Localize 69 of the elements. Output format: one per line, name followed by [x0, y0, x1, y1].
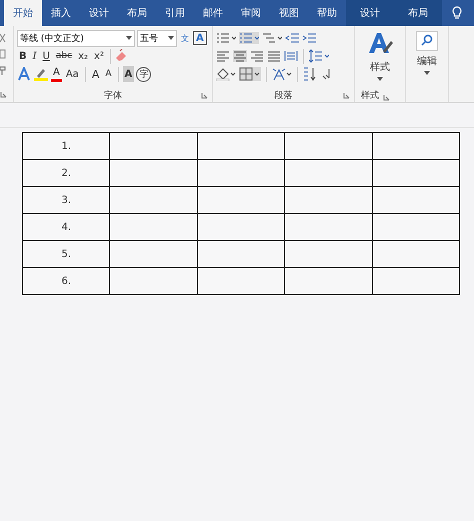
- increase-indent-icon[interactable]: [302, 32, 316, 44]
- align-right-icon[interactable]: [250, 50, 264, 62]
- group-label: 样式: [361, 90, 379, 102]
- highlighter-icon[interactable]: [33, 67, 49, 81]
- dialog-launcher-icon[interactable]: [0, 91, 7, 98]
- lightbulb-icon[interactable]: [452, 6, 462, 20]
- enclose-characters-button[interactable]: 字: [136, 66, 152, 82]
- justify-icon[interactable]: [267, 50, 281, 62]
- grow-font-button[interactable]: A: [90, 66, 102, 82]
- align-left-icon[interactable]: [216, 50, 230, 62]
- caret-icon: [126, 36, 132, 40]
- bullets-icon[interactable]: [216, 32, 236, 44]
- editing-button[interactable]: 编辑: [414, 29, 440, 77]
- format-button[interactable]: abc: [54, 48, 74, 64]
- caret-icon: [168, 36, 174, 40]
- group-label: 字体: [104, 90, 122, 102]
- caret-icon: [424, 71, 430, 75]
- format-button[interactable]: x₂: [76, 48, 90, 64]
- format-button[interactable]: I: [30, 48, 39, 64]
- table-cell: 4.: [22, 214, 110, 240]
- align-center-icon[interactable]: [233, 50, 247, 62]
- ribbon-tab[interactable]: 布局: [394, 0, 442, 26]
- ribbon-tab[interactable]: 插入: [42, 0, 80, 26]
- font-size-dropdown[interactable]: 五号: [137, 30, 177, 46]
- dialog-launcher-icon[interactable]: [343, 92, 350, 99]
- paint-bucket-icon[interactable]: [216, 67, 236, 81]
- multilevel-list-icon[interactable]: [262, 32, 282, 44]
- asian-layout-icon[interactable]: [272, 67, 292, 81]
- ribbon-tab[interactable]: 开始: [4, 0, 42, 26]
- line-spacing-icon[interactable]: [309, 49, 329, 63]
- ribbon-tab[interactable]: 邮件: [194, 0, 232, 26]
- character-shading-button[interactable]: A: [122, 66, 134, 82]
- ribbon-tab[interactable]: 帮助: [308, 0, 346, 26]
- table-cell: 5.: [22, 240, 110, 268]
- table-cell: 6.: [22, 268, 110, 294]
- sort-icon[interactable]: [303, 67, 317, 81]
- format-painter-icon[interactable]: [0, 64, 6, 76]
- distributed-icon[interactable]: [284, 50, 298, 62]
- shrink-font-button[interactable]: A: [103, 66, 114, 82]
- decrease-indent-icon[interactable]: [285, 32, 299, 44]
- ribbon-tab[interactable]: 设计: [80, 0, 118, 26]
- format-button[interactable]: B: [17, 48, 29, 64]
- font-name-dropdown[interactable]: 等线 (中文正文): [17, 30, 135, 46]
- numbering-icon[interactable]: [239, 32, 259, 44]
- search-icon: [416, 31, 438, 51]
- table-cell: 3.: [22, 186, 110, 214]
- table-cell: 2.: [22, 160, 110, 186]
- character-border-button[interactable]: A: [193, 31, 207, 45]
- change-case-button[interactable]: Aa: [64, 66, 81, 82]
- format-button[interactable]: x²: [92, 48, 106, 64]
- phonetic-guide-button[interactable]: 文: [179, 30, 191, 46]
- show-marks-icon[interactable]: [320, 67, 332, 81]
- ribbon-tab[interactable]: 审阅: [232, 0, 270, 26]
- dialog-launcher-icon[interactable]: [383, 94, 390, 100]
- table-cell: 1.: [22, 132, 110, 160]
- styles-button[interactable]: 样式: [365, 29, 395, 83]
- caret-icon: [377, 77, 383, 81]
- dialog-launcher-icon[interactable]: [201, 92, 208, 99]
- ribbon-tab[interactable]: 视图: [270, 0, 308, 26]
- scissors-icon[interactable]: [0, 32, 6, 44]
- text-effects-icon[interactable]: [17, 67, 31, 81]
- borders-icon[interactable]: [239, 67, 261, 81]
- ribbon-tab[interactable]: 设计: [346, 0, 394, 26]
- group-label: 段落: [274, 90, 292, 102]
- ribbon-tab[interactable]: 布局: [118, 0, 156, 26]
- format-button[interactable]: U: [40, 48, 52, 64]
- ribbon-tab[interactable]: 引用: [156, 0, 194, 26]
- font-color-button[interactable]: A: [51, 66, 62, 82]
- copy-icon[interactable]: [0, 48, 6, 60]
